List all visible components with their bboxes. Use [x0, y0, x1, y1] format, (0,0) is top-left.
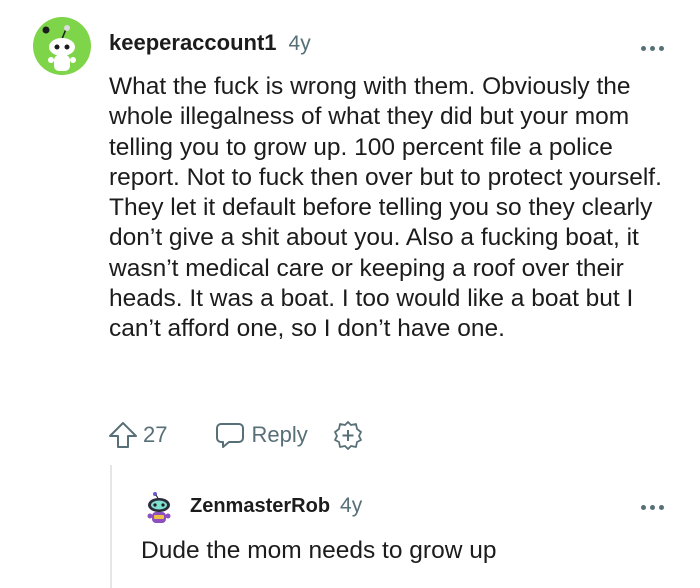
comment-username[interactable]: keeperaccount1 [109, 30, 277, 56]
upvote-button[interactable]: 27 [107, 419, 167, 451]
award-plus-icon [333, 421, 362, 450]
reply-avatar[interactable] [145, 491, 173, 527]
reply-label: Reply [251, 422, 308, 447]
snoo-avatar-icon [42, 25, 76, 71]
upvote-arrow-icon [109, 422, 137, 448]
reply-button[interactable]: Reply [215, 420, 308, 450]
reply-username[interactable]: ZenmasterRob [190, 495, 330, 518]
comment-body: What the fuck is wrong with them. Obviou… [109, 73, 662, 343]
snoo-avatar-icon [147, 492, 171, 523]
award-button[interactable] [332, 419, 364, 451]
comment-header: keeperaccount1 4y [109, 30, 311, 62]
comment-actions: 27 Reply [107, 417, 364, 453]
reply-header: ZenmasterRob 4y [190, 494, 362, 522]
more-options-icon[interactable] [641, 43, 667, 53]
reply-body: Dude the mom needs to grow up [141, 537, 497, 564]
comment-age: 4y [288, 32, 311, 55]
reply-age: 4y [340, 494, 363, 517]
avatar[interactable] [33, 17, 91, 75]
upvote-count: 27 [143, 422, 168, 447]
more-options-icon[interactable] [641, 502, 667, 512]
speech-bubble-icon [216, 423, 245, 448]
thread-line[interactable] [110, 465, 112, 588]
